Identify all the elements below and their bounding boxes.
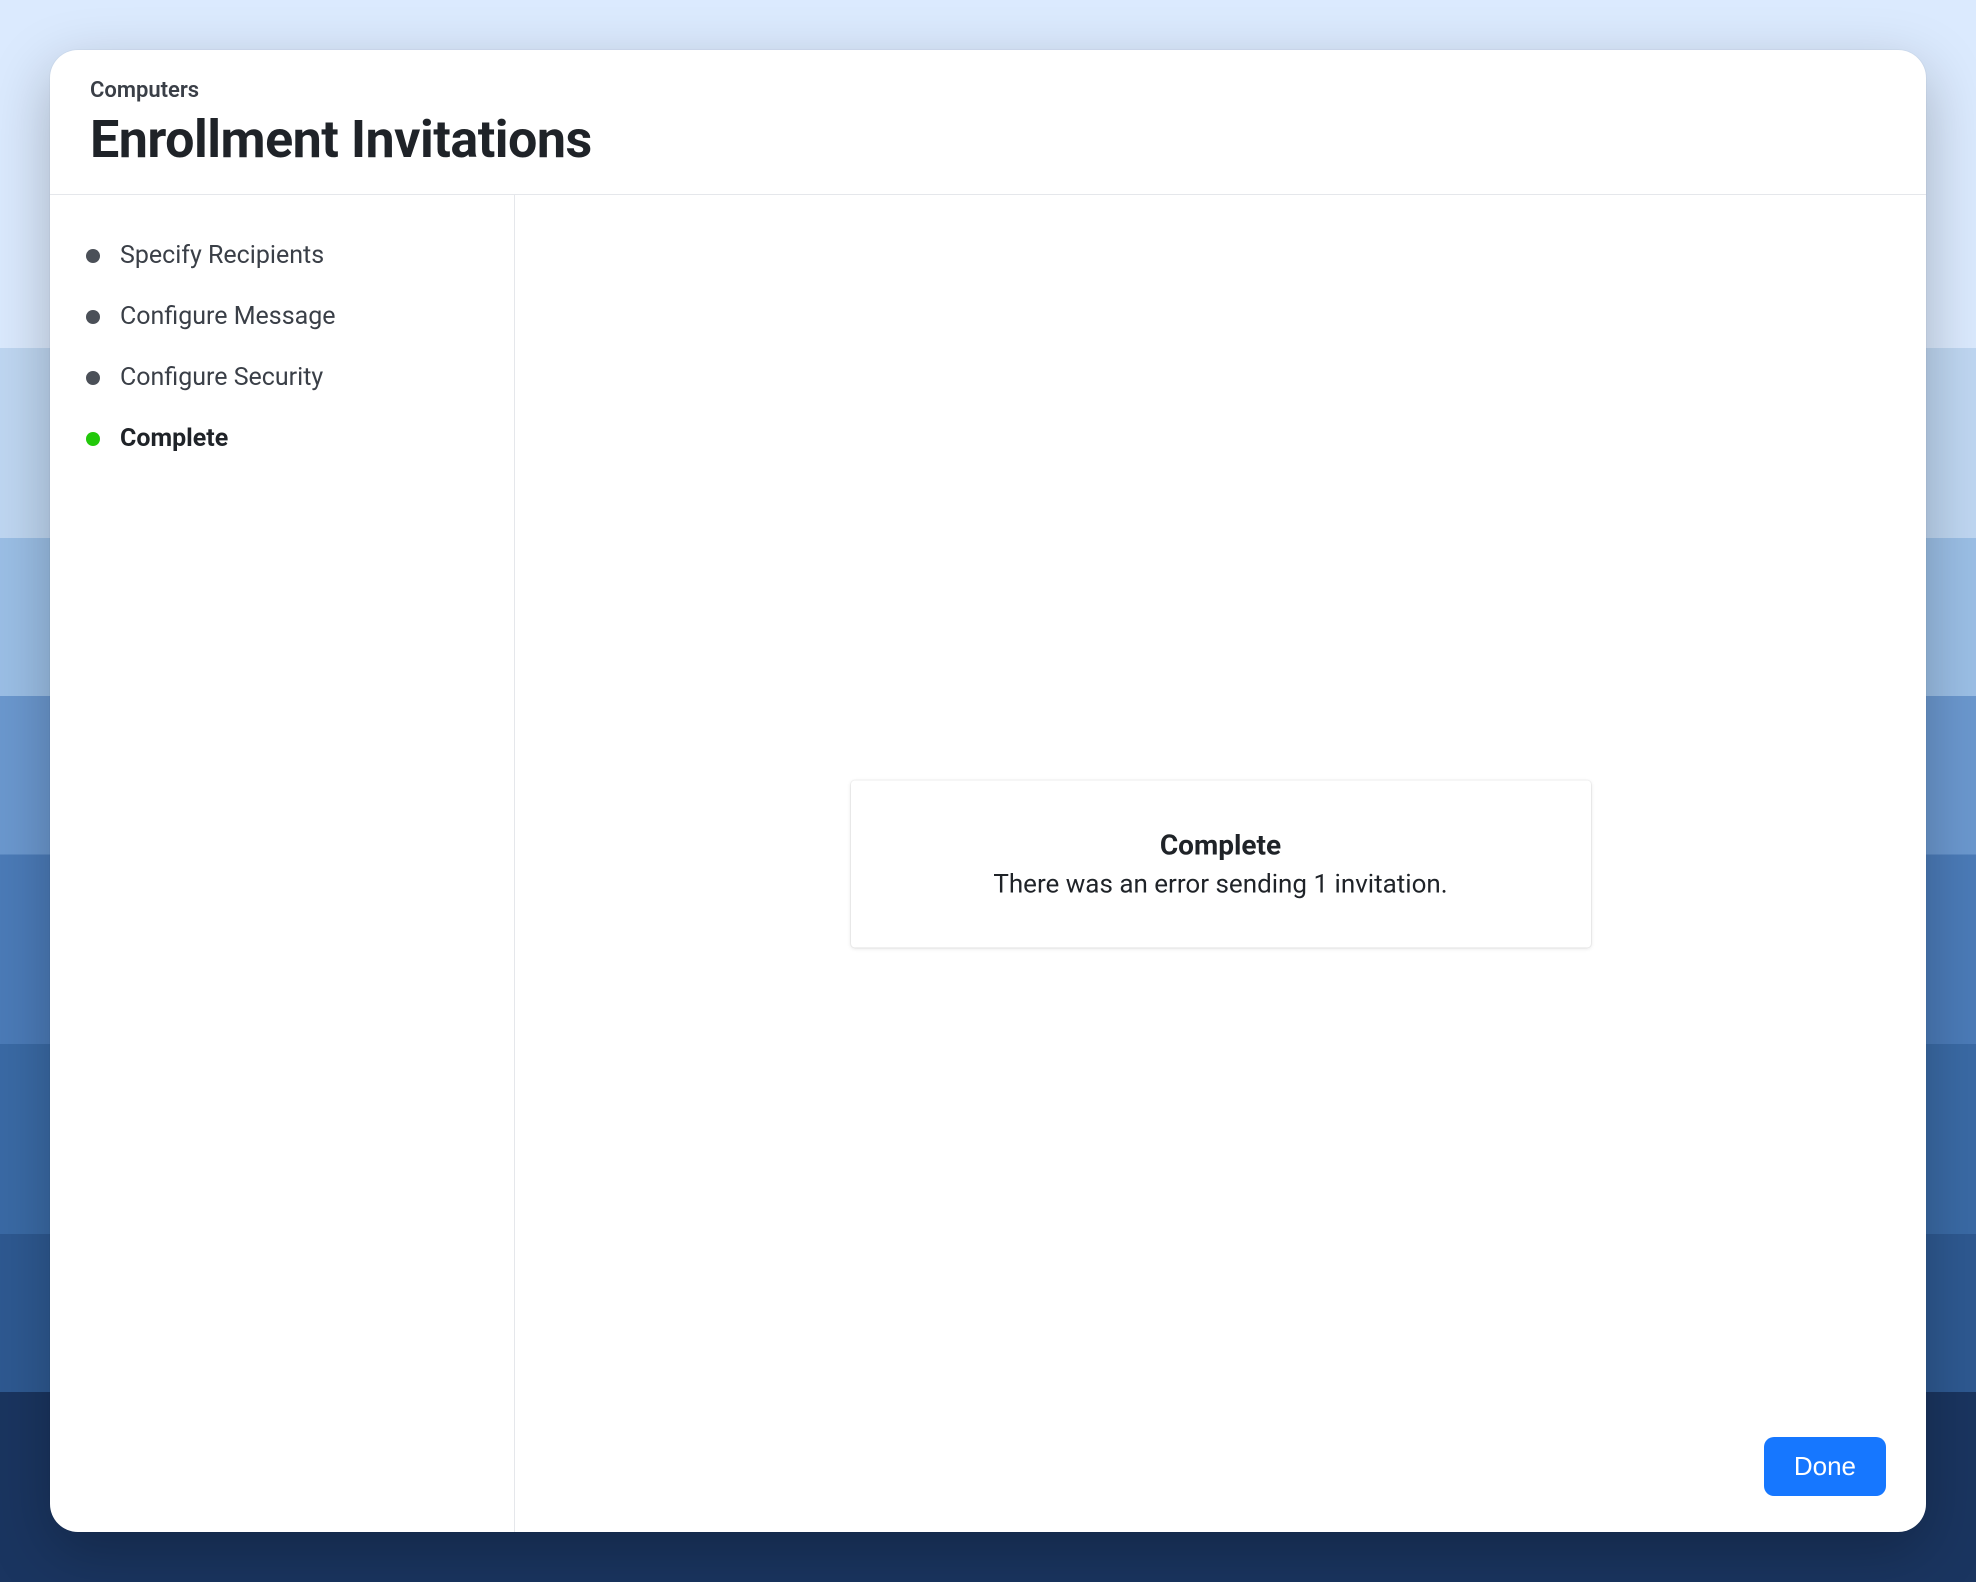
step-label: Configure Message bbox=[120, 302, 336, 331]
done-button[interactable]: Done bbox=[1764, 1437, 1886, 1496]
step-dot-icon bbox=[86, 310, 100, 324]
step-dot-active-icon bbox=[86, 432, 100, 446]
step-configure-message[interactable]: Configure Message bbox=[86, 302, 478, 331]
sheet-footer: Done bbox=[1764, 1437, 1886, 1496]
step-complete[interactable]: Complete bbox=[86, 424, 478, 453]
step-configure-security[interactable]: Configure Security bbox=[86, 363, 478, 392]
breadcrumb[interactable]: Computers bbox=[90, 78, 1886, 103]
sheet-body: Specify Recipients Configure Message Con… bbox=[50, 195, 1926, 1532]
main-pane: Complete There was an error sending 1 in… bbox=[515, 195, 1926, 1532]
page-title: Enrollment Invitations bbox=[90, 109, 1886, 170]
status-title: Complete bbox=[891, 828, 1551, 861]
step-dot-icon bbox=[86, 371, 100, 385]
status-card: Complete There was an error sending 1 in… bbox=[851, 780, 1591, 947]
step-label: Complete bbox=[120, 424, 228, 453]
step-list: Specify Recipients Configure Message Con… bbox=[86, 241, 478, 453]
step-specify-recipients[interactable]: Specify Recipients bbox=[86, 241, 478, 270]
sheet-header: Computers Enrollment Invitations bbox=[50, 50, 1926, 195]
status-message: There was an error sending 1 invitation. bbox=[891, 869, 1551, 899]
step-label: Specify Recipients bbox=[120, 241, 324, 270]
wizard-sidebar: Specify Recipients Configure Message Con… bbox=[50, 195, 515, 1532]
step-dot-icon bbox=[86, 249, 100, 263]
modal-sheet: Computers Enrollment Invitations Specify… bbox=[50, 50, 1926, 1532]
step-label: Configure Security bbox=[120, 363, 323, 392]
